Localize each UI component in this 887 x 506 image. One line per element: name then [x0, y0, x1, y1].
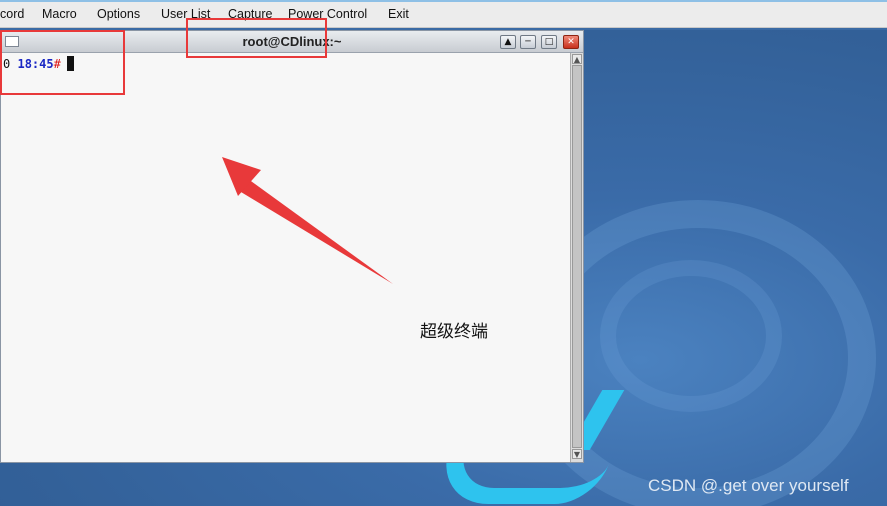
annotation-label: 超级终端: [420, 322, 488, 342]
watermark: CSDN @.get over yourself: [648, 476, 849, 495]
annotation-arrow-icon: [222, 157, 393, 284]
